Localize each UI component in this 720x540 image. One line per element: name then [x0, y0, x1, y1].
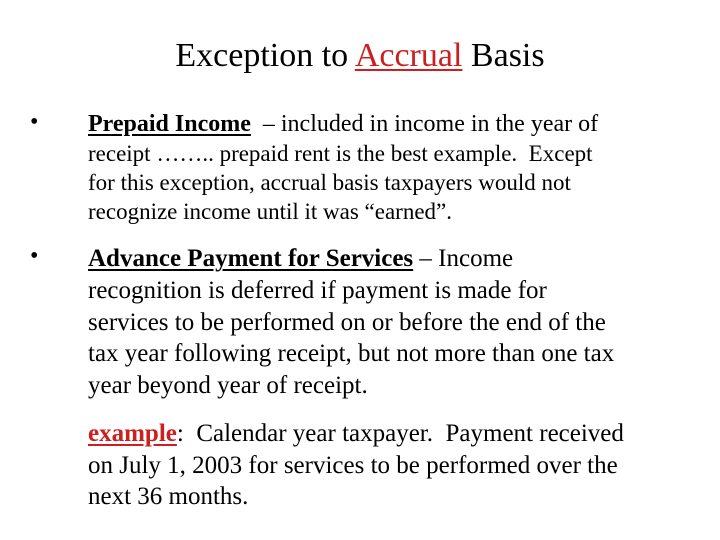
bullet-line: recognition is deferred if payment is ma… [88, 277, 547, 304]
bullet-line: services to be performed on or before th… [88, 308, 606, 336]
bullet-line: for this exception, accrual basis taxpay… [88, 170, 571, 195]
title-suffix: Basis [462, 37, 545, 74]
example-first-line: example: Calendar year taxpayer. Payment… [88, 418, 708, 450]
example-line: on July 1, 2003 for services to be perfo… [88, 451, 618, 479]
example-label: example [88, 420, 177, 447]
bullet-advance-payment: • Advance Payment for Services – Income … [30, 243, 710, 401]
bullet-line: tax year following receipt, but not more… [88, 340, 615, 367]
bullet-prepaid-income: • Prepaid Income – included in income in… [30, 109, 710, 226]
bullet-first-line: Advance Payment for Services – Income [88, 243, 710, 275]
bullet-line: year beyond year of receipt. [88, 371, 368, 399]
bullet-dot-icon: • [30, 243, 39, 269]
title-highlight: Accrual [354, 37, 463, 74]
bullet-lead-text: – included in income in the year of [250, 111, 599, 137]
bullet-term: Advance Payment for Services [88, 245, 414, 272]
bullet-term: Prepaid Income [88, 111, 251, 137]
example-first-text: : Calendar year taxpayer. Payment receiv… [176, 420, 624, 447]
bullet-line: receipt …….. prepaid rent is the best ex… [88, 141, 593, 166]
example-line: next 36 months. [88, 483, 249, 510]
bullet-lead-text: – Income [413, 245, 514, 272]
title-prefix: Exception to [175, 37, 355, 74]
slide-title: Exception to Accrual Basis [0, 34, 720, 78]
bullet-line: recognize income until it was “earned”. [88, 199, 453, 224]
bullet-dot-icon: • [30, 109, 39, 135]
bullet-first-line: Prepaid Income – included in income in t… [88, 109, 710, 139]
example-paragraph: example: Calendar year taxpayer. Payment… [88, 418, 708, 513]
